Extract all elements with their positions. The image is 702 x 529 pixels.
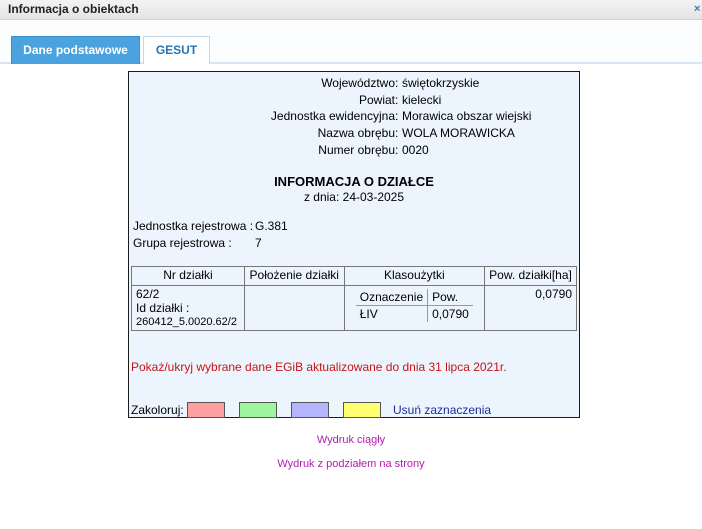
admin-label: Jednostka ewidencyjna [270, 109, 395, 123]
admin-value: Morawica obszar wiejski [402, 109, 532, 123]
admin-label: Numer obrębu [318, 143, 395, 157]
klas-row: ŁIV 0,0790 [356, 305, 473, 322]
admin-label: Województwo [321, 76, 395, 90]
cell-polozenie [243, 285, 345, 331]
col-header-polozenie: Położenie działki [243, 266, 345, 286]
color-swatch-yellow[interactable] [343, 402, 381, 418]
col-header-klasouzytki: Klasoużytki [343, 266, 486, 286]
window-title: Informacja o obiektach [8, 2, 139, 16]
parcel-id-value: 260412_5.0020.62/2 [136, 316, 237, 328]
admin-value: kielecki [402, 93, 442, 107]
color-swatch-green[interactable] [239, 402, 277, 418]
klas-header-row: Oznaczenie Pow. [355, 289, 473, 306]
klas-header-oznaczenie: Oznaczenie [355, 289, 428, 306]
admin-value: świętokrzyskie [402, 76, 480, 90]
cell-powierzchnia: 0,0790 [484, 285, 577, 331]
window-titlebar: Informacja o obiektach × [0, 0, 702, 20]
parcel-table: Nr działki Położenie działki Klasoużytki… [131, 266, 577, 331]
print-continuous-link[interactable]: Wydruk ciągły [0, 434, 702, 446]
clear-selection-link[interactable]: Usuń zaznaczenia [393, 403, 491, 417]
klas-oznaczenie: ŁIV [359, 307, 378, 321]
admin-row-numer-obrebu: Numer obrębu : 0020 [318, 143, 429, 157]
admin-row-powiat: Powiat : kielecki [358, 93, 442, 107]
colorize-bar: Zakoloruj: Usuń zaznaczenia [131, 402, 577, 418]
tab-gesut[interactable]: GESUT [143, 36, 210, 64]
registry-unit-label: Jednostka rejestrowa : [133, 219, 254, 233]
registry-unit-value: G.381 [255, 219, 288, 233]
admin-label: Nazwa obrębu [317, 126, 395, 140]
col-header-powierzchnia: Pow. działki[ha] [484, 266, 577, 286]
toggle-egib-link[interactable]: Pokaż/ukryj wybrane dane EGiB aktualizow… [131, 360, 507, 374]
table-row: 62/2 Id działki : 260412_5.0020.62/2 Ozn… [131, 285, 577, 331]
admin-value: 0020 [402, 143, 429, 157]
parcel-number: 62/2 [136, 287, 160, 301]
tab-dane-podstawowe[interactable]: Dane podstawowe [11, 36, 140, 64]
col-header-nr: Nr działki [131, 266, 245, 286]
cell-nr: 62/2 Id działki : 260412_5.0020.62/2 [131, 285, 245, 331]
table-header-row: Nr działki Położenie działki Klasoużytki… [131, 266, 577, 286]
color-swatch-blue[interactable] [291, 402, 329, 418]
klas-header-pow: Pow. [427, 289, 473, 306]
colorize-label: Zakoloruj: [131, 403, 184, 417]
color-swatch-red[interactable] [187, 402, 225, 418]
print-paged-link[interactable]: Wydruk z podziałem na strony [0, 458, 702, 470]
info-heading: INFORMACJA O DZIAŁCE [274, 174, 434, 189]
admin-label: Powiat [358, 93, 395, 107]
admin-row-nazwa-obrebu: Nazwa obrębu : WOLA MORAWICKA [317, 126, 515, 140]
close-icon[interactable]: × [694, 3, 702, 15]
info-date: z dnia: 24-03-2025 [303, 190, 405, 204]
registry-group-value: 7 [255, 236, 262, 250]
admin-row-wojewodztwo: Województwo : świętokrzyskie [321, 76, 480, 90]
registry-group: Grupa rejestrowa : 7 [133, 236, 262, 250]
registry-group-label: Grupa rejestrowa : [133, 236, 232, 250]
parcel-info-box: Województwo : świętokrzyskie Powiat : ki… [128, 71, 580, 418]
cell-klasouzytki: Oznaczenie Pow. ŁIV 0,0790 [343, 285, 486, 331]
klasouzytki-table: Oznaczenie Pow. ŁIV 0,0790 [355, 289, 473, 322]
parcel-id-label: Id działki : [136, 301, 190, 315]
admin-value: WOLA MORAWICKA [402, 126, 515, 140]
registry-unit: Jednostka rejestrowa : G.381 [133, 219, 288, 233]
admin-row-jednostka: Jednostka ewidencyjna : Morawica obszar … [270, 109, 532, 123]
klas-pow: 0,0790 [427, 305, 473, 322]
